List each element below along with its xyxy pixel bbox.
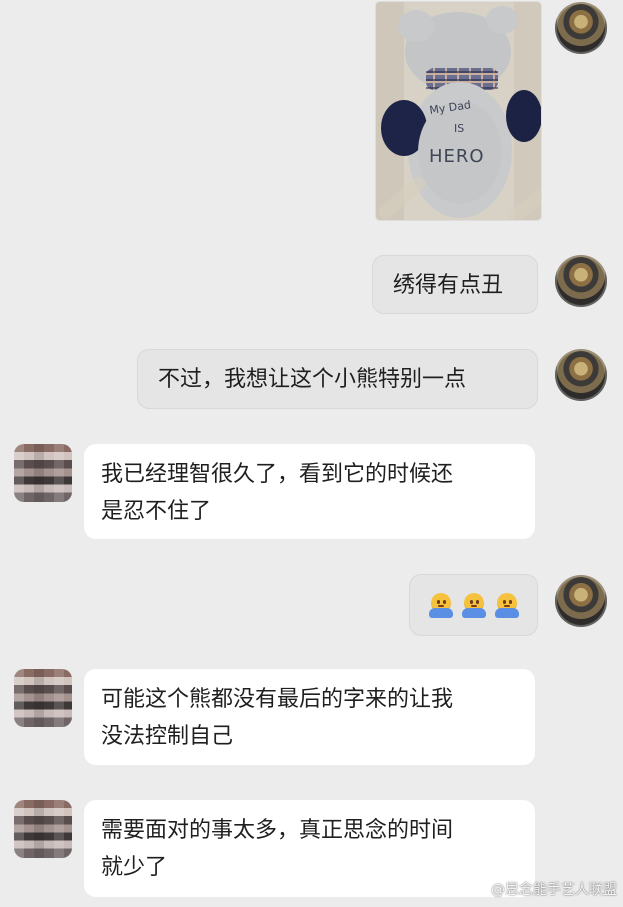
contact-avatar[interactable]: [14, 669, 72, 727]
teddy-bear-photo[interactable]: My Dad IS HERO: [376, 2, 541, 220]
embroidery-line-2: IS: [454, 122, 464, 135]
message-text: 需要面对的事太多，真正思念的时间 就少了: [101, 818, 454, 880]
emoji-icon: [461, 592, 487, 618]
embroidery-line-3: HERO: [429, 146, 485, 167]
watermark-text: @思念能手艺人联盟: [491, 882, 617, 898]
message-text: 不过，我想让这个小熊特别一点: [158, 367, 467, 392]
message-bubble-incoming[interactable]: 需要面对的事太多，真正思念的时间 就少了: [84, 800, 535, 897]
message-text: 可能这个熊都没有最后的字来的让我 没法控制自己: [101, 687, 454, 749]
message-bubble-incoming[interactable]: 可能这个熊都没有最后的字来的让我 没法控制自己: [84, 669, 535, 765]
contact-avatar[interactable]: [14, 444, 72, 502]
self-avatar[interactable]: [555, 255, 607, 307]
emoji-group: [410, 575, 537, 635]
teddy-bear-illustration: My Dad IS HERO: [376, 2, 541, 220]
contact-avatar[interactable]: [14, 800, 72, 858]
message-bubble-outgoing[interactable]: [409, 574, 538, 636]
message-text: 绣得有点丑: [393, 273, 504, 298]
weibo-logo-icon: [471, 882, 491, 895]
self-avatar[interactable]: [555, 575, 607, 627]
self-avatar[interactable]: [555, 2, 607, 54]
self-avatar[interactable]: [555, 349, 607, 401]
message-text: 我已经理智很久了，看到它的时候还 是忍不住了: [101, 462, 454, 524]
emoji-icon: [428, 592, 454, 618]
watermark: @思念能手艺人联盟: [471, 879, 617, 899]
chat-window: My Dad IS HERO 绣得有点丑 不过，我想让这个小熊特别一点 我已经理…: [0, 0, 623, 907]
message-bubble-outgoing[interactable]: 不过，我想让这个小熊特别一点: [137, 349, 538, 409]
message-bubble-outgoing[interactable]: 绣得有点丑: [372, 255, 538, 314]
emoji-icon: [494, 592, 520, 618]
message-bubble-incoming[interactable]: 我已经理智很久了，看到它的时候还 是忍不住了: [84, 444, 535, 539]
